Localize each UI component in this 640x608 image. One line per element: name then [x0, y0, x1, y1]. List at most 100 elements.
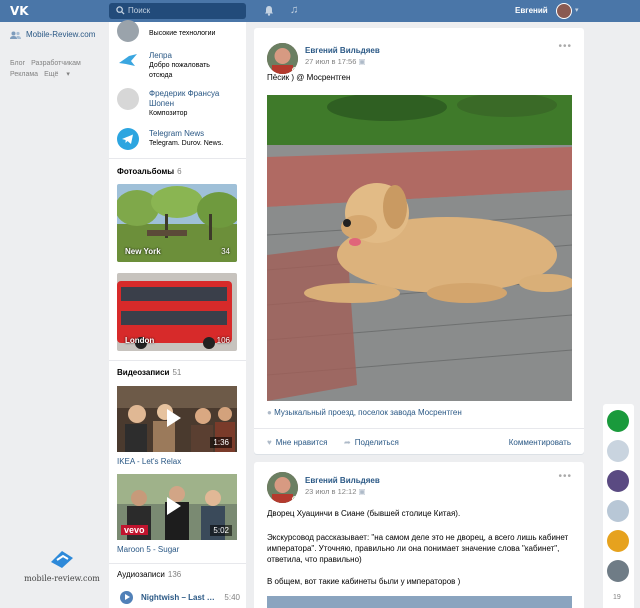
post-paragraph: Дворец Хуацинчи в Сиане (бывшей столице …	[267, 509, 461, 518]
footer-link-dev[interactable]: Разработчикам	[31, 60, 81, 67]
audios-header[interactable]: Аудиозаписи 136	[117, 570, 181, 579]
play-icon[interactable]	[167, 497, 181, 515]
author-avatar[interactable]	[267, 43, 298, 74]
video-title[interactable]: IKEA - Let's Relax	[117, 457, 181, 466]
album-count: 106	[216, 336, 230, 345]
watermark: mobile-review.com	[14, 548, 110, 583]
sberbank-chat-icon[interactable]	[607, 410, 629, 432]
share-label: Поделиться	[354, 438, 399, 447]
bell-icon[interactable]	[264, 5, 274, 16]
people-icon	[10, 31, 21, 39]
group-item[interactable]: Telegram News Telegram. Durov. News.	[117, 126, 242, 154]
video-thumb[interactable]: vevo 5:02	[117, 474, 237, 540]
video-title[interactable]: Maroon 5 - Sugar	[117, 545, 179, 554]
footer-links: Блог Разработчикам Реклама Ещё ▾	[10, 58, 106, 80]
author-avatar[interactable]	[267, 472, 298, 503]
profile-side-column: Высокие технологии Лепра Добро пожаловат…	[109, 20, 246, 608]
left-nav: Mobile-Review.com Блог Разработчикам Рекл…	[10, 30, 106, 80]
chats-count: 19	[613, 594, 621, 601]
post-date-text: 23 июл в 12:12	[305, 487, 357, 496]
group-desc: Telegram. Durov. News.	[149, 140, 224, 147]
lepra-logo-icon	[117, 50, 139, 72]
top-header: VK Поиск ♫ Евгений ▾	[0, 0, 640, 22]
album-london[interactable]: London 106	[117, 273, 237, 351]
post-menu-icon[interactable]: •••	[558, 471, 572, 482]
videos-header[interactable]: Видеозаписи 51	[117, 368, 181, 377]
play-icon[interactable]	[167, 409, 181, 427]
chat-avatar[interactable]	[607, 440, 629, 462]
post-actions: ♥ Мне нравится ➦ Поделиться Комментировать	[254, 428, 584, 454]
location-text: Музыкальный проезд, поселок завода Мосре…	[274, 408, 462, 417]
share-button[interactable]: ➦ Поделиться	[344, 438, 399, 447]
post-photo[interactable]	[267, 596, 572, 608]
albums-count: 6	[177, 167, 182, 176]
location-pin-icon: ●	[267, 408, 272, 417]
chat-avatar[interactable]	[607, 530, 629, 552]
chat-avatar[interactable]	[607, 500, 629, 522]
heart-icon: ♥	[267, 438, 272, 447]
audios-count: 136	[167, 570, 182, 579]
albums-header[interactable]: Фотоальбомы 6	[117, 167, 182, 176]
online-indicator	[292, 496, 298, 502]
group-item[interactable]: Высокие технологии	[117, 18, 242, 46]
like-button[interactable]: ♥ Мне нравится	[267, 438, 327, 447]
audio-row[interactable]: Nightwish – Last … 5:40	[117, 591, 242, 605]
like-label: Мне нравится	[275, 438, 328, 447]
user-avatar[interactable]	[556, 3, 572, 19]
group-name: Лепра	[149, 51, 172, 60]
group-desc: Высокие технологии	[149, 30, 216, 37]
divider	[109, 563, 246, 564]
videos-title: Видеозаписи	[117, 368, 170, 377]
post-date[interactable]: 27 июл в 17:56 ▣	[305, 57, 366, 66]
quick-chats-rail: 19	[603, 404, 634, 608]
divider	[109, 158, 246, 159]
watermark-text: mobile-review.com	[24, 574, 100, 583]
audio-title: Nightwish – Last …	[141, 593, 215, 602]
post-author[interactable]: Евгений Вильдяев	[305, 46, 380, 55]
post-paragraph: В общем, вот такие кабинеты были у импер…	[267, 577, 461, 586]
camera-icon: ▣	[358, 487, 366, 496]
videos-count: 51	[172, 368, 182, 377]
album-title: London	[125, 336, 155, 345]
group-avatar	[117, 88, 139, 110]
post-author[interactable]: Евгений Вильдяев	[305, 476, 380, 485]
music-icon[interactable]: ♫	[290, 4, 298, 16]
chat-avatar[interactable]	[607, 470, 629, 492]
album-new-york[interactable]: New York 34	[117, 184, 237, 262]
vevo-badge: vevo	[121, 525, 148, 535]
group-item[interactable]: Лепра Добро пожаловать отсюда	[117, 48, 242, 79]
post-menu-icon[interactable]: •••	[558, 41, 572, 52]
video-thumb[interactable]: 1:36	[117, 386, 237, 452]
footer-link-more-label: Ещё	[44, 71, 59, 78]
search-box[interactable]: Поиск	[109, 3, 246, 19]
group-item[interactable]: Фредерик Франсуа Шопен Композитор	[117, 86, 242, 117]
nav-item-site[interactable]: Mobile-Review.com	[10, 30, 106, 39]
chevron-down-icon[interactable]: ▾	[575, 6, 579, 14]
group-avatar	[117, 20, 139, 42]
wall-post: Евгений Вильдяев 27 июл в 17:56 ▣ ••• Пё…	[254, 28, 584, 454]
albums-title: Фотоальбомы	[117, 167, 175, 176]
post-date-text: 27 июл в 17:56	[305, 57, 357, 66]
share-icon: ➦	[344, 438, 351, 447]
user-name[interactable]: Евгений	[515, 6, 548, 15]
chat-avatar[interactable]	[607, 560, 629, 582]
dog-photo-image	[267, 95, 572, 401]
post-date[interactable]: 23 июл в 12:12 ▣	[305, 487, 366, 496]
post-text: Пёсик ) @ Мосрентген	[267, 73, 351, 82]
footer-link-more[interactable]: Ещё ▾	[44, 71, 70, 78]
group-name: Telegram News	[149, 129, 205, 138]
footer-link-ads[interactable]: Реклама	[10, 71, 38, 78]
comment-button[interactable]: Комментировать	[509, 438, 571, 447]
post-photo[interactable]	[267, 95, 572, 401]
search-icon	[116, 6, 125, 15]
telegram-logo-icon	[117, 128, 139, 150]
video-duration: 5:02	[210, 525, 232, 536]
vk-logo[interactable]: VK	[10, 4, 29, 18]
post-location[interactable]: ● Музыкальный проезд, поселок завода Мос…	[267, 408, 462, 417]
group-desc: Добро пожаловать отсюда	[149, 62, 210, 79]
footer-link-blog[interactable]: Блог	[10, 60, 25, 67]
audio-play-button[interactable]	[120, 591, 133, 604]
nav-site-label: Mobile-Review.com	[26, 30, 96, 39]
watermark-logo-icon	[51, 551, 73, 568]
search-input[interactable]: Поиск	[128, 6, 150, 15]
